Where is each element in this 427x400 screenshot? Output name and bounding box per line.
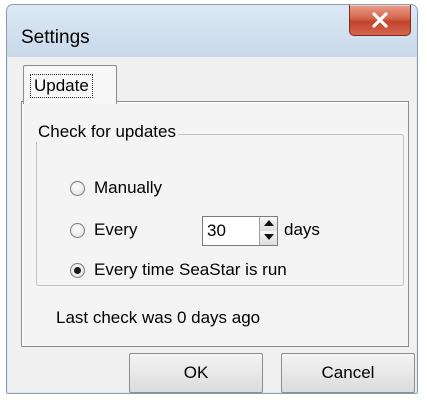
stepper-down-button[interactable] xyxy=(260,231,277,245)
last-check-status: Last check was 0 days ago xyxy=(56,308,261,327)
dialog-client-area: Update Check for updates Manually Every … xyxy=(13,57,415,393)
tab-update[interactable]: Update xyxy=(23,65,117,104)
tab-update-label: Update xyxy=(30,74,93,98)
ok-button[interactable]: OK xyxy=(129,353,263,393)
radio-every-run-button[interactable] xyxy=(70,263,85,278)
interval-days-stepper[interactable]: 30 xyxy=(202,216,278,246)
update-tab-panel: Check for updates Manually Every 30 days… xyxy=(21,101,409,347)
stepper-buttons xyxy=(259,217,277,245)
close-icon xyxy=(372,12,388,28)
check-for-updates-label: Check for updates xyxy=(36,122,178,142)
stepper-up-button[interactable] xyxy=(260,217,277,232)
arrow-down-icon xyxy=(264,234,274,240)
radio-manually-label: Manually xyxy=(94,178,163,197)
cancel-button[interactable]: Cancel xyxy=(281,353,415,393)
radio-every-button[interactable] xyxy=(70,223,85,238)
radio-every-run-label: Every time SeaStar is run xyxy=(94,260,287,279)
settings-dialog: Settings Update Check for updates Manual… xyxy=(6,4,418,394)
close-button[interactable] xyxy=(349,5,411,36)
window-title: Settings xyxy=(21,27,90,48)
radio-every-label: Every xyxy=(94,220,138,239)
title-bar: Settings xyxy=(7,5,417,57)
interval-days-value[interactable]: 30 xyxy=(207,221,226,241)
interval-unit-label: days xyxy=(284,220,320,239)
radio-manually-button[interactable] xyxy=(70,181,85,196)
radio-selected-dot xyxy=(74,267,81,274)
arrow-up-icon xyxy=(264,220,274,226)
